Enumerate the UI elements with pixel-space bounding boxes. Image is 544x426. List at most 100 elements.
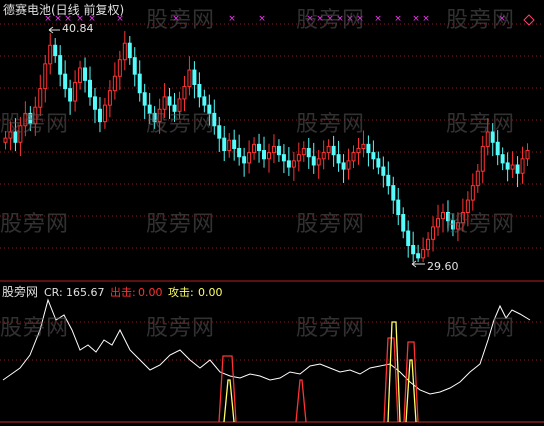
candle-down	[406, 230, 411, 246]
watermark: 股旁网	[146, 212, 216, 237]
candle-up	[470, 185, 475, 201]
cr-value: 165.67	[66, 286, 105, 299]
candle-down	[242, 156, 247, 164]
candle-up	[301, 147, 306, 156]
candle-down	[281, 154, 286, 162]
watermark: 股旁网	[296, 8, 366, 33]
signal-marker: ×	[258, 14, 266, 24]
candle-up	[3, 137, 8, 143]
candle-up	[227, 139, 232, 152]
candle-down	[306, 147, 311, 158]
signal-marker: ×	[412, 14, 420, 24]
candle-up	[43, 63, 48, 90]
signal-marker: ×	[394, 14, 402, 24]
candle-up	[78, 67, 83, 83]
attack-value: 0.00	[198, 286, 223, 299]
signal-marker: ×	[374, 14, 382, 24]
candle-up	[520, 158, 525, 174]
candle-up	[182, 86, 187, 100]
candle-down	[222, 137, 227, 152]
candle-up	[346, 160, 351, 170]
low-price-marker: 29.60	[427, 260, 459, 273]
candle-down	[142, 92, 147, 106]
watermark: 股旁网	[296, 112, 366, 137]
candle-up	[102, 104, 107, 123]
candle-down	[371, 152, 376, 160]
candle-down	[232, 139, 237, 149]
out-signal-line	[295, 379, 307, 423]
candle-down	[505, 162, 510, 170]
watermark: 股旁网	[146, 112, 216, 137]
candle-up	[296, 154, 301, 162]
stock-chart-window: × × × × × × × × × × × × × × × × × × × × 股旁网 股旁网 股旁网 股旁网 股旁网…	[0, 0, 544, 426]
watermark: 股旁网	[0, 112, 70, 137]
watermark: 股旁网	[0, 316, 70, 341]
candle-up	[122, 42, 127, 61]
candle-up	[525, 150, 530, 160]
candle-up	[252, 143, 257, 154]
candle-down	[58, 55, 63, 75]
candle-down	[495, 141, 500, 156]
candle-up	[426, 238, 431, 251]
watermark: 股旁网	[446, 112, 516, 137]
candle-up	[38, 88, 43, 108]
candle-down	[53, 44, 58, 57]
candle-up	[107, 90, 112, 106]
candle-up	[291, 160, 296, 168]
candle-up	[510, 164, 515, 170]
candle-up	[117, 59, 122, 77]
candle-up	[112, 75, 117, 92]
candle-down	[276, 145, 281, 156]
candle-up	[436, 218, 441, 228]
attack-signal-line	[223, 379, 235, 423]
candle-down	[386, 174, 391, 187]
candle-down	[217, 125, 222, 139]
candle-down	[331, 145, 336, 156]
candle-down	[237, 147, 242, 158]
candle-down	[97, 108, 102, 123]
attack-signal-line	[387, 321, 401, 423]
attack-signal-line	[405, 359, 417, 423]
chart-title: 德赛电池(日线 前复权)	[3, 3, 125, 17]
candle-down	[127, 42, 132, 59]
candle-down	[192, 69, 197, 85]
candle-down	[137, 73, 142, 94]
indicator-name: 股旁网	[2, 285, 39, 299]
candle-down	[500, 154, 505, 164]
candle-up	[351, 152, 356, 162]
candle-up	[321, 152, 326, 160]
candle-up	[475, 170, 480, 187]
candle-down	[257, 143, 262, 152]
out-value: 0.00	[138, 286, 163, 299]
candle-down	[381, 166, 386, 176]
candle-up	[187, 69, 192, 88]
candle-down	[132, 57, 137, 75]
attack-label: 攻击:	[168, 286, 194, 299]
candle-up	[316, 158, 321, 166]
candle-up	[73, 81, 78, 102]
candle-down	[202, 96, 207, 106]
candle-down	[63, 73, 68, 90]
candle-down	[366, 143, 371, 154]
candle-down	[311, 156, 316, 166]
high-marker-arrow	[48, 26, 60, 34]
high-price-marker: 40.84	[62, 22, 94, 35]
watermark: 股旁网	[296, 316, 366, 341]
watermark: 股旁网	[446, 316, 516, 341]
candle-down	[411, 244, 416, 255]
watermark: 股旁网	[146, 316, 216, 341]
candle-up	[356, 147, 361, 154]
watermark: 股旁网	[446, 212, 516, 237]
out-label: 出击:	[110, 286, 136, 299]
candle-down	[262, 150, 267, 160]
candle-down	[416, 253, 421, 259]
candle-down	[197, 83, 202, 98]
candle-down	[92, 96, 97, 110]
candle-up	[480, 145, 485, 172]
candle-down	[167, 96, 172, 106]
candle-down	[396, 199, 401, 216]
candle-down	[401, 214, 406, 232]
candle-up	[421, 249, 426, 259]
candle-down	[286, 160, 291, 168]
candle-up	[361, 143, 366, 149]
